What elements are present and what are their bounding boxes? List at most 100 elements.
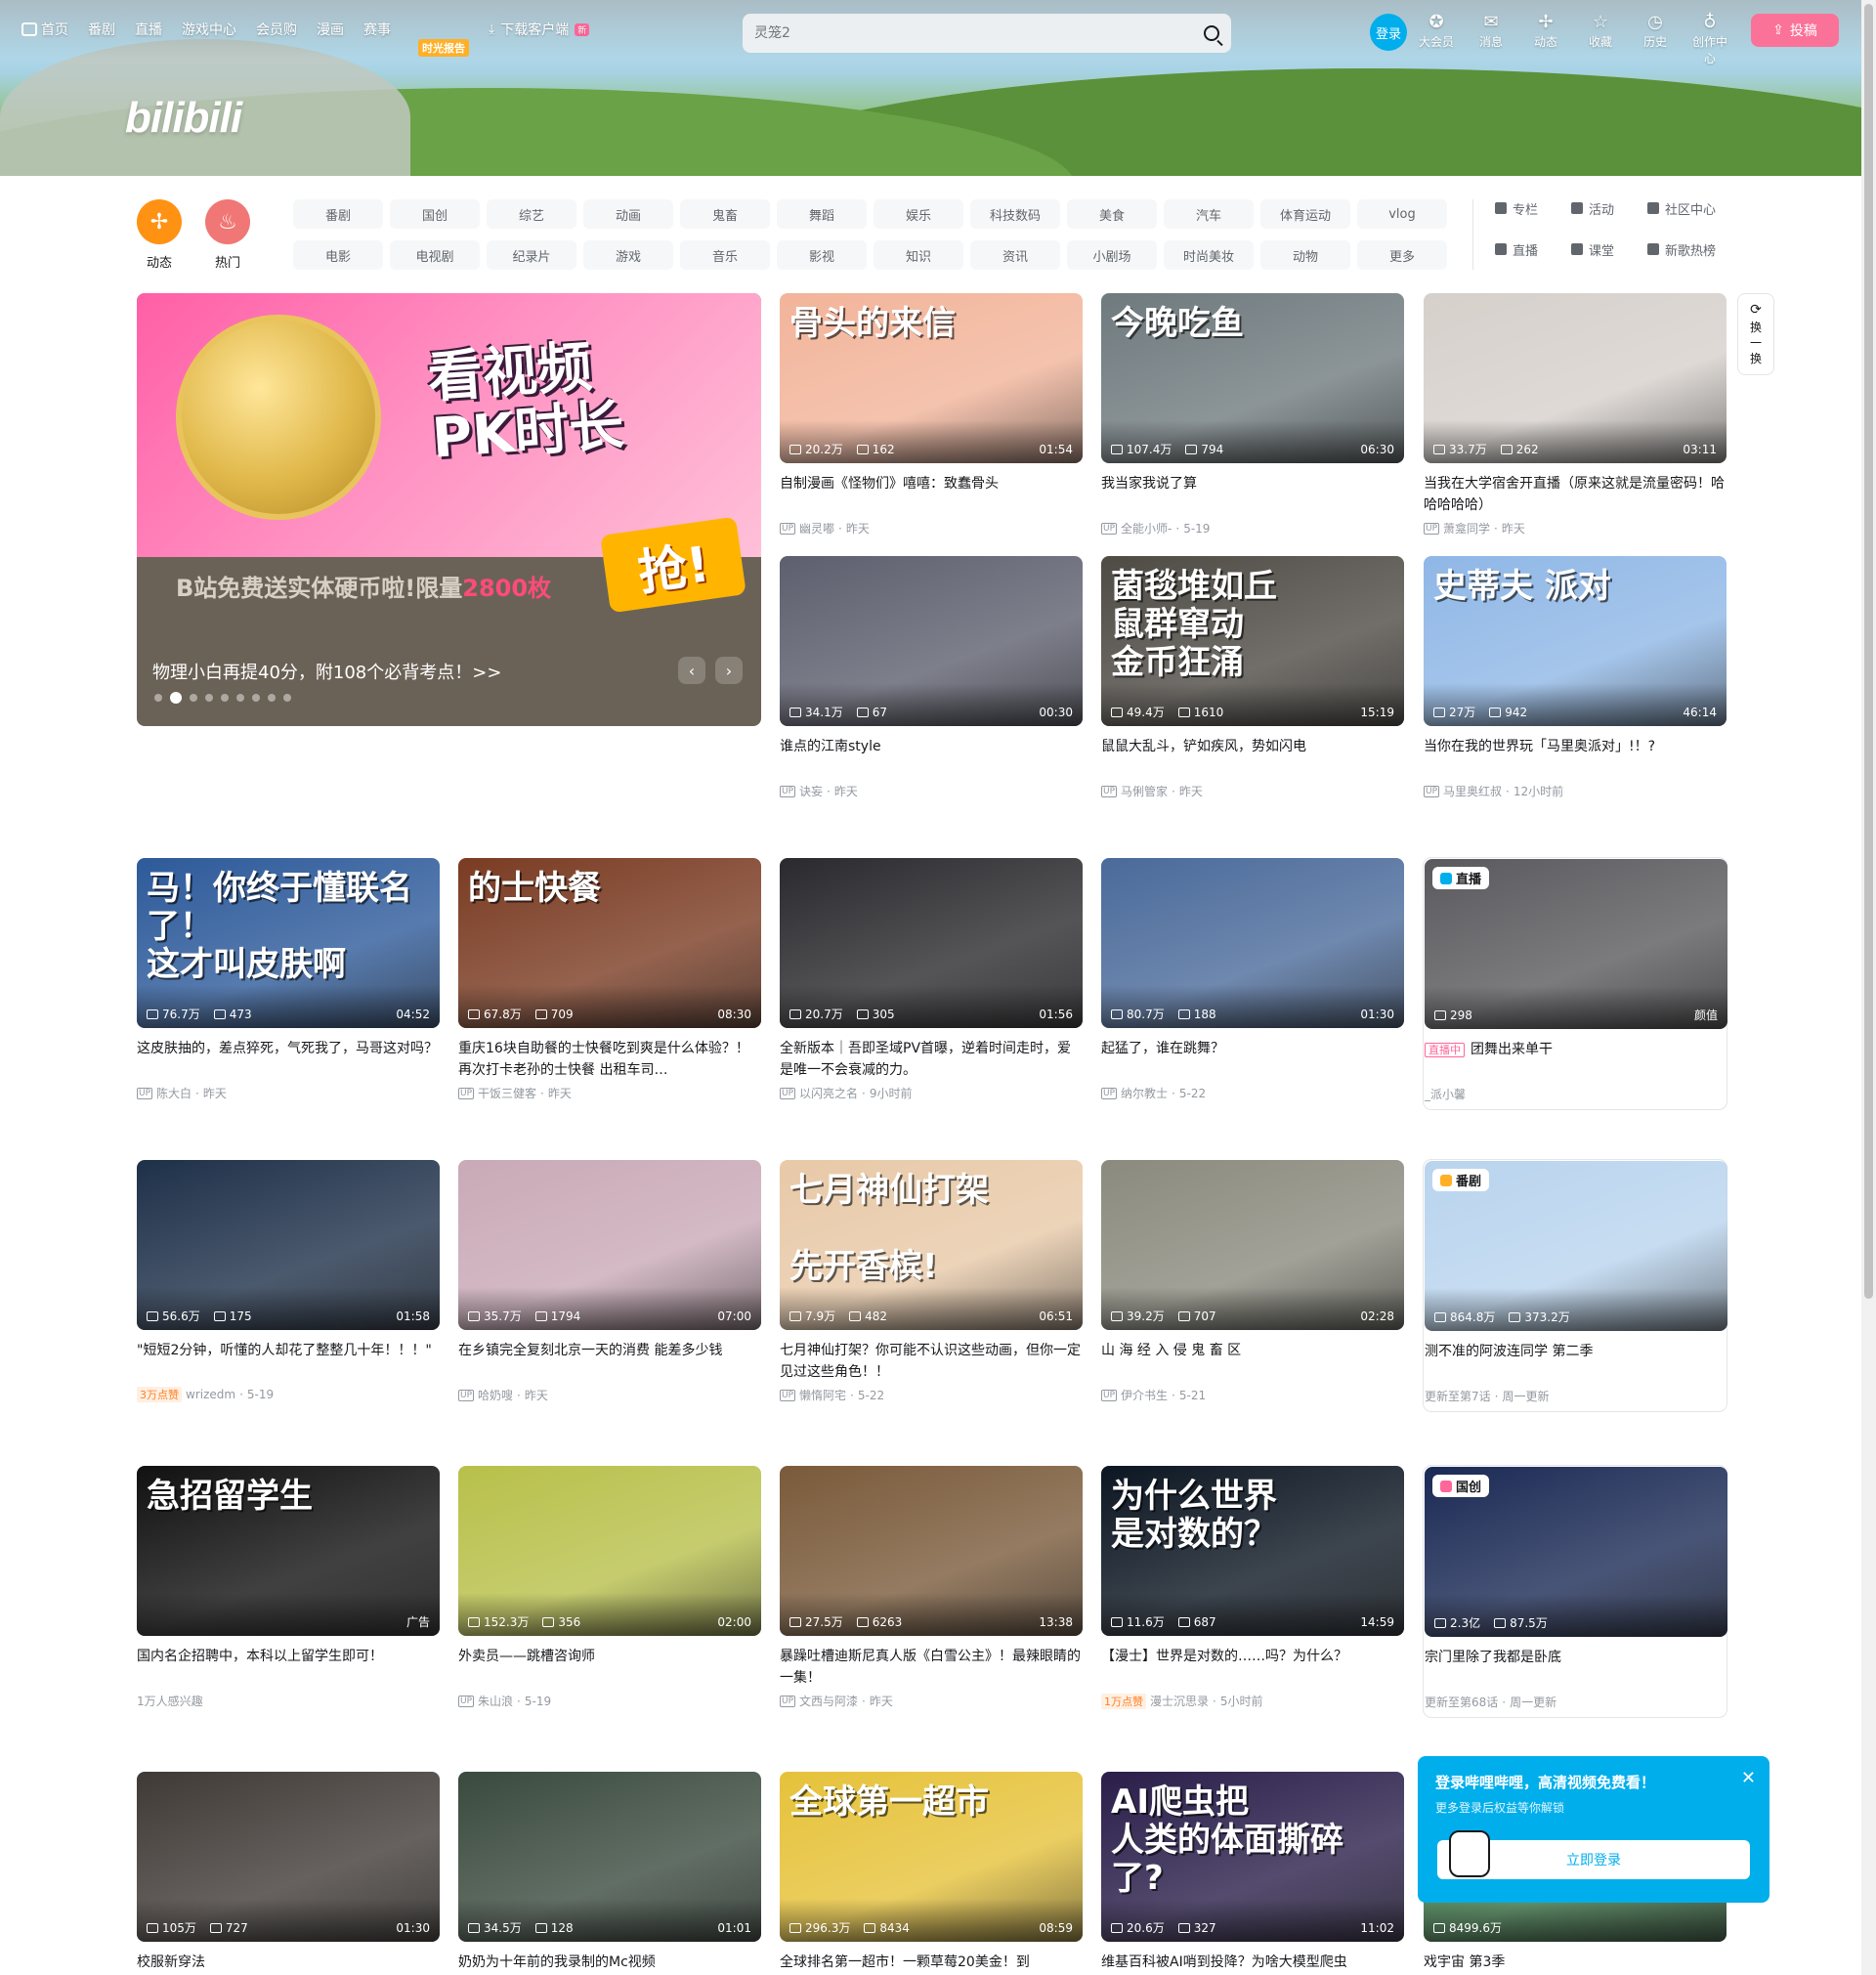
scrollbar[interactable] bbox=[1861, 0, 1876, 1975]
channel-chip[interactable]: 科技数码 bbox=[970, 199, 1060, 229]
video-title[interactable]: 全新版本｜吾即圣域PV首曝，逆着时间走时，爱是唯一不会衰减的力。 bbox=[780, 1038, 1083, 1081]
video-thumbnail[interactable]: 为什么世界 是对数的？ 11.6万 687 14:59 bbox=[1101, 1466, 1404, 1636]
video-card[interactable]: 152.3万 356 02:00 外卖员——跳槽咨询师 UP 朱山浪 · 5-19 bbox=[458, 1466, 761, 1709]
video-thumbnail[interactable]: 80.7万 188 01:30 bbox=[1101, 858, 1404, 1028]
video-card[interactable]: 39.2万 707 02:28 山 海 经 入 侵 鬼 畜 区 UP 伊介书生 · 5-21 bbox=[1101, 1160, 1404, 1403]
carousel-dot[interactable] bbox=[170, 692, 182, 704]
video-author[interactable]: 幽灵嘟 bbox=[799, 520, 834, 537]
video-card[interactable]: 27.5万 6263 13:38 暴躁吐槽迪斯尼真人版《白雪公主》！最辣眼睛的一集！ U… bbox=[780, 1466, 1083, 1709]
video-thumbnail[interactable]: 56.6万 175 01:58 bbox=[137, 1160, 440, 1330]
channel-chip[interactable]: 美食 bbox=[1067, 199, 1157, 229]
video-title[interactable]: 七月神仙打架？你可能不认识这些动画，但你一定见过这些角色！！ bbox=[780, 1340, 1083, 1383]
video-author[interactable]: wrizedm bbox=[186, 1388, 235, 1401]
bilibili-logo[interactable]: bilibili bbox=[125, 94, 242, 143]
video-title[interactable]: 戏宇宙 第3季 bbox=[1424, 1952, 1727, 1975]
channel-chip[interactable]: 小剧场 bbox=[1067, 240, 1157, 270]
video-author[interactable]: 更新至第68话 bbox=[1425, 1694, 1498, 1710]
video-author[interactable]: 更新至第7话 bbox=[1425, 1388, 1491, 1404]
promo-tag[interactable]: 时光报告 bbox=[418, 39, 469, 57]
side-link-5[interactable]: 新歌热榜 bbox=[1647, 240, 1755, 259]
right-nav-item-2[interactable]: ✢ 动态 bbox=[1526, 12, 1565, 66]
channel-chip[interactable]: 国创 bbox=[390, 199, 480, 229]
video-title[interactable]: 当我在大学宿舍开直播（原来这就是流量密码！哈哈哈哈哈） bbox=[1424, 473, 1727, 516]
video-thumbnail[interactable]: 史蒂夫 派对 27万 942 46:14 bbox=[1424, 556, 1727, 726]
carousel-dot[interactable] bbox=[236, 694, 244, 702]
channel-chip[interactable]: 电影 bbox=[293, 240, 383, 270]
video-title[interactable]: 奶奶为十年前的我录制的Mc视频 bbox=[458, 1952, 761, 1975]
nav-item-4[interactable]: 会员购 bbox=[256, 20, 297, 39]
video-author[interactable]: _派小馨 bbox=[1425, 1086, 1466, 1102]
channel-chip[interactable]: vlog bbox=[1357, 199, 1447, 229]
video-author[interactable]: 哈奶嗖 bbox=[478, 1387, 513, 1403]
nav-item-2[interactable]: 直播 bbox=[135, 20, 162, 39]
login-button[interactable]: 登录 bbox=[1370, 14, 1407, 51]
video-thumbnail[interactable]: 骨头的来信 20.2万 162 01:54 bbox=[780, 293, 1083, 463]
video-author[interactable]: 干饭三健客 bbox=[478, 1085, 536, 1101]
side-link-3[interactable]: 直播 bbox=[1495, 240, 1571, 259]
carousel-dot[interactable] bbox=[221, 694, 229, 702]
video-thumbnail[interactable]: 的士快餐 67.8万 709 08:30 bbox=[458, 858, 761, 1028]
right-nav-item-4[interactable]: ◷ 历史 bbox=[1636, 12, 1675, 66]
video-card[interactable]: 20.7万 305 01:56 全新版本｜吾即圣域PV首曝，逆着时间走时，爱是唯一不会… bbox=[780, 858, 1083, 1101]
video-card[interactable]: 骨头的来信 20.2万 162 01:54 自制漫画《怪物们》嘻嘻：致蠢骨头 UP 幽灵嘟 ·… bbox=[780, 293, 1083, 537]
close-icon[interactable]: ✕ bbox=[1741, 1768, 1756, 1788]
video-thumbnail[interactable]: 34.5万 128 01:01 bbox=[458, 1772, 761, 1942]
video-title[interactable]: 全球排名第一超市！一颗草莓20美金！到 bbox=[780, 1952, 1083, 1975]
video-thumbnail[interactable]: 105万 727 01:30 bbox=[137, 1772, 440, 1942]
carousel-dot[interactable] bbox=[154, 694, 162, 702]
video-author[interactable]: 1万人感兴趣 bbox=[137, 1693, 203, 1709]
video-card[interactable]: 今晚吃鱼 107.4万 794 06:30 我当家我说了算 UP 全能小师- · 5-19 bbox=[1101, 293, 1404, 537]
video-title[interactable]: "短短2分钟，听懂的人却花了整整几十年！！！" bbox=[137, 1340, 440, 1383]
video-thumbnail[interactable]: 全球第一超市 296.3万 8434 08:59 bbox=[780, 1772, 1083, 1942]
video-thumbnail[interactable]: 七月神仙打架 先开香槟! 7.9万 482 06:51 bbox=[780, 1160, 1083, 1330]
video-card[interactable]: 35.7万 1794 07:00 在乡镇完全复刻北京一天的消费 能差多少钱 UP 哈奶嗖 ·… bbox=[458, 1160, 761, 1403]
video-title[interactable]: 暴躁吐槽迪斯尼真人版《白雪公主》！最辣眼睛的一集！ bbox=[780, 1646, 1083, 1689]
video-author[interactable]: 纳尔教士 bbox=[1121, 1085, 1168, 1101]
channel-chip[interactable]: 纪录片 bbox=[487, 240, 576, 270]
video-thumbnail[interactable]: AI爬虫把 人类的体面撕碎了? 20.6万 327 11:02 bbox=[1101, 1772, 1404, 1942]
channel-chip[interactable]: 资讯 bbox=[970, 240, 1060, 270]
video-thumbnail[interactable]: 152.3万 356 02:00 bbox=[458, 1466, 761, 1636]
video-thumbnail[interactable]: 34.1万 67 00:30 bbox=[780, 556, 1083, 726]
video-thumbnail[interactable]: 国创 2.3亿 87.5万 bbox=[1425, 1467, 1727, 1637]
right-nav-item-3[interactable]: ☆ 收藏 bbox=[1581, 12, 1620, 66]
video-title[interactable]: 我当家我说了算 bbox=[1101, 473, 1404, 516]
video-thumbnail[interactable]: 39.2万 707 02:28 bbox=[1101, 1160, 1404, 1330]
video-title[interactable]: 这皮肤抽的，差点猝死，气死我了，马哥这对吗？ bbox=[137, 1038, 440, 1081]
video-thumbnail[interactable]: 33.7万 262 03:11 bbox=[1424, 293, 1727, 463]
carousel-prev-button[interactable]: ‹ bbox=[678, 657, 705, 684]
carousel-caption[interactable]: 物理小白再提40分，附108个必背考点！>> bbox=[152, 659, 501, 684]
nav-item-0[interactable]: 首页 bbox=[21, 20, 68, 39]
video-author[interactable]: 朱山浪 bbox=[478, 1693, 513, 1709]
video-title[interactable]: 在乡镇完全复刻北京一天的消费 能差多少钱 bbox=[458, 1340, 761, 1383]
video-card[interactable]: 七月神仙打架 先开香槟! 7.9万 482 06:51 七月神仙打架？你可能不认识这些动… bbox=[780, 1160, 1083, 1403]
video-thumbnail[interactable]: 今晚吃鱼 107.4万 794 06:30 bbox=[1101, 293, 1404, 463]
video-thumbnail[interactable]: 直播 298 颜值 bbox=[1425, 859, 1727, 1029]
video-thumbnail[interactable]: 35.7万 1794 07:00 bbox=[458, 1160, 761, 1330]
video-title[interactable]: 起猛了，谁在跳舞？ bbox=[1101, 1038, 1404, 1081]
video-author[interactable]: 文西与阿漆 bbox=[799, 1693, 858, 1709]
video-card[interactable]: 105万 727 01:30 校服新穿法 bbox=[137, 1772, 440, 1975]
video-card[interactable]: 马！你终于懂联名了！ 这才叫皮肤啊 76.7万 473 04:52 这皮肤抽的，差点猝死，… bbox=[137, 858, 440, 1101]
channel-chip[interactable]: 综艺 bbox=[487, 199, 576, 229]
carousel-dot[interactable] bbox=[268, 694, 276, 702]
channel-chip[interactable]: 更多 bbox=[1357, 240, 1447, 270]
ad-card[interactable]: 急招留学生 广告 国内名企招聘中，本科以上留学生即可！ 1万人感兴趣 bbox=[137, 1466, 440, 1709]
video-title[interactable]: 测不准的阿波连同学 第二季 bbox=[1425, 1341, 1726, 1384]
video-card[interactable]: 菌毯堆如丘 鼠群窜动 金币狂涌 49.4万 1610 15:19 鼠鼠大乱斗，铲如疾风，势如… bbox=[1101, 556, 1404, 799]
side-link-2[interactable]: 社区中心 bbox=[1647, 199, 1755, 218]
video-card[interactable]: 34.5万 128 01:01 奶奶为十年前的我录制的Mc视频 bbox=[458, 1772, 761, 1975]
video-author[interactable]: 诀妄 bbox=[799, 783, 823, 799]
video-card[interactable]: 56.6万 175 01:58 "短短2分钟，听懂的人却花了整整几十年！！！" 3万点赞… bbox=[137, 1160, 440, 1402]
refresh-button[interactable]: ⟳ 换一换 bbox=[1737, 293, 1774, 375]
video-card[interactable]: 国创 2.3亿 87.5万 宗门里除了我都是卧底 更新至第68话 · 周一更新 bbox=[1424, 1466, 1727, 1717]
carousel-dot[interactable] bbox=[252, 694, 260, 702]
video-title[interactable]: 【漫士】世界是对数的……吗？为什么？ bbox=[1101, 1646, 1404, 1689]
search-icon[interactable] bbox=[1204, 25, 1219, 41]
video-thumbnail[interactable]: 菌毯堆如丘 鼠群窜动 金币狂涌 49.4万 1610 15:19 bbox=[1101, 556, 1404, 726]
channel-chip[interactable]: 影视 bbox=[777, 240, 867, 270]
upload-button[interactable]: ⇪ 投稿 bbox=[1751, 14, 1839, 47]
video-title[interactable]: 当你在我的世界玩「马里奥派对」!！? bbox=[1424, 736, 1727, 779]
video-card[interactable]: 直播 298 颜值 直播中 团舞出来单干 _派小馨 bbox=[1424, 858, 1727, 1109]
video-title[interactable]: 谁点的江南style bbox=[780, 736, 1083, 779]
